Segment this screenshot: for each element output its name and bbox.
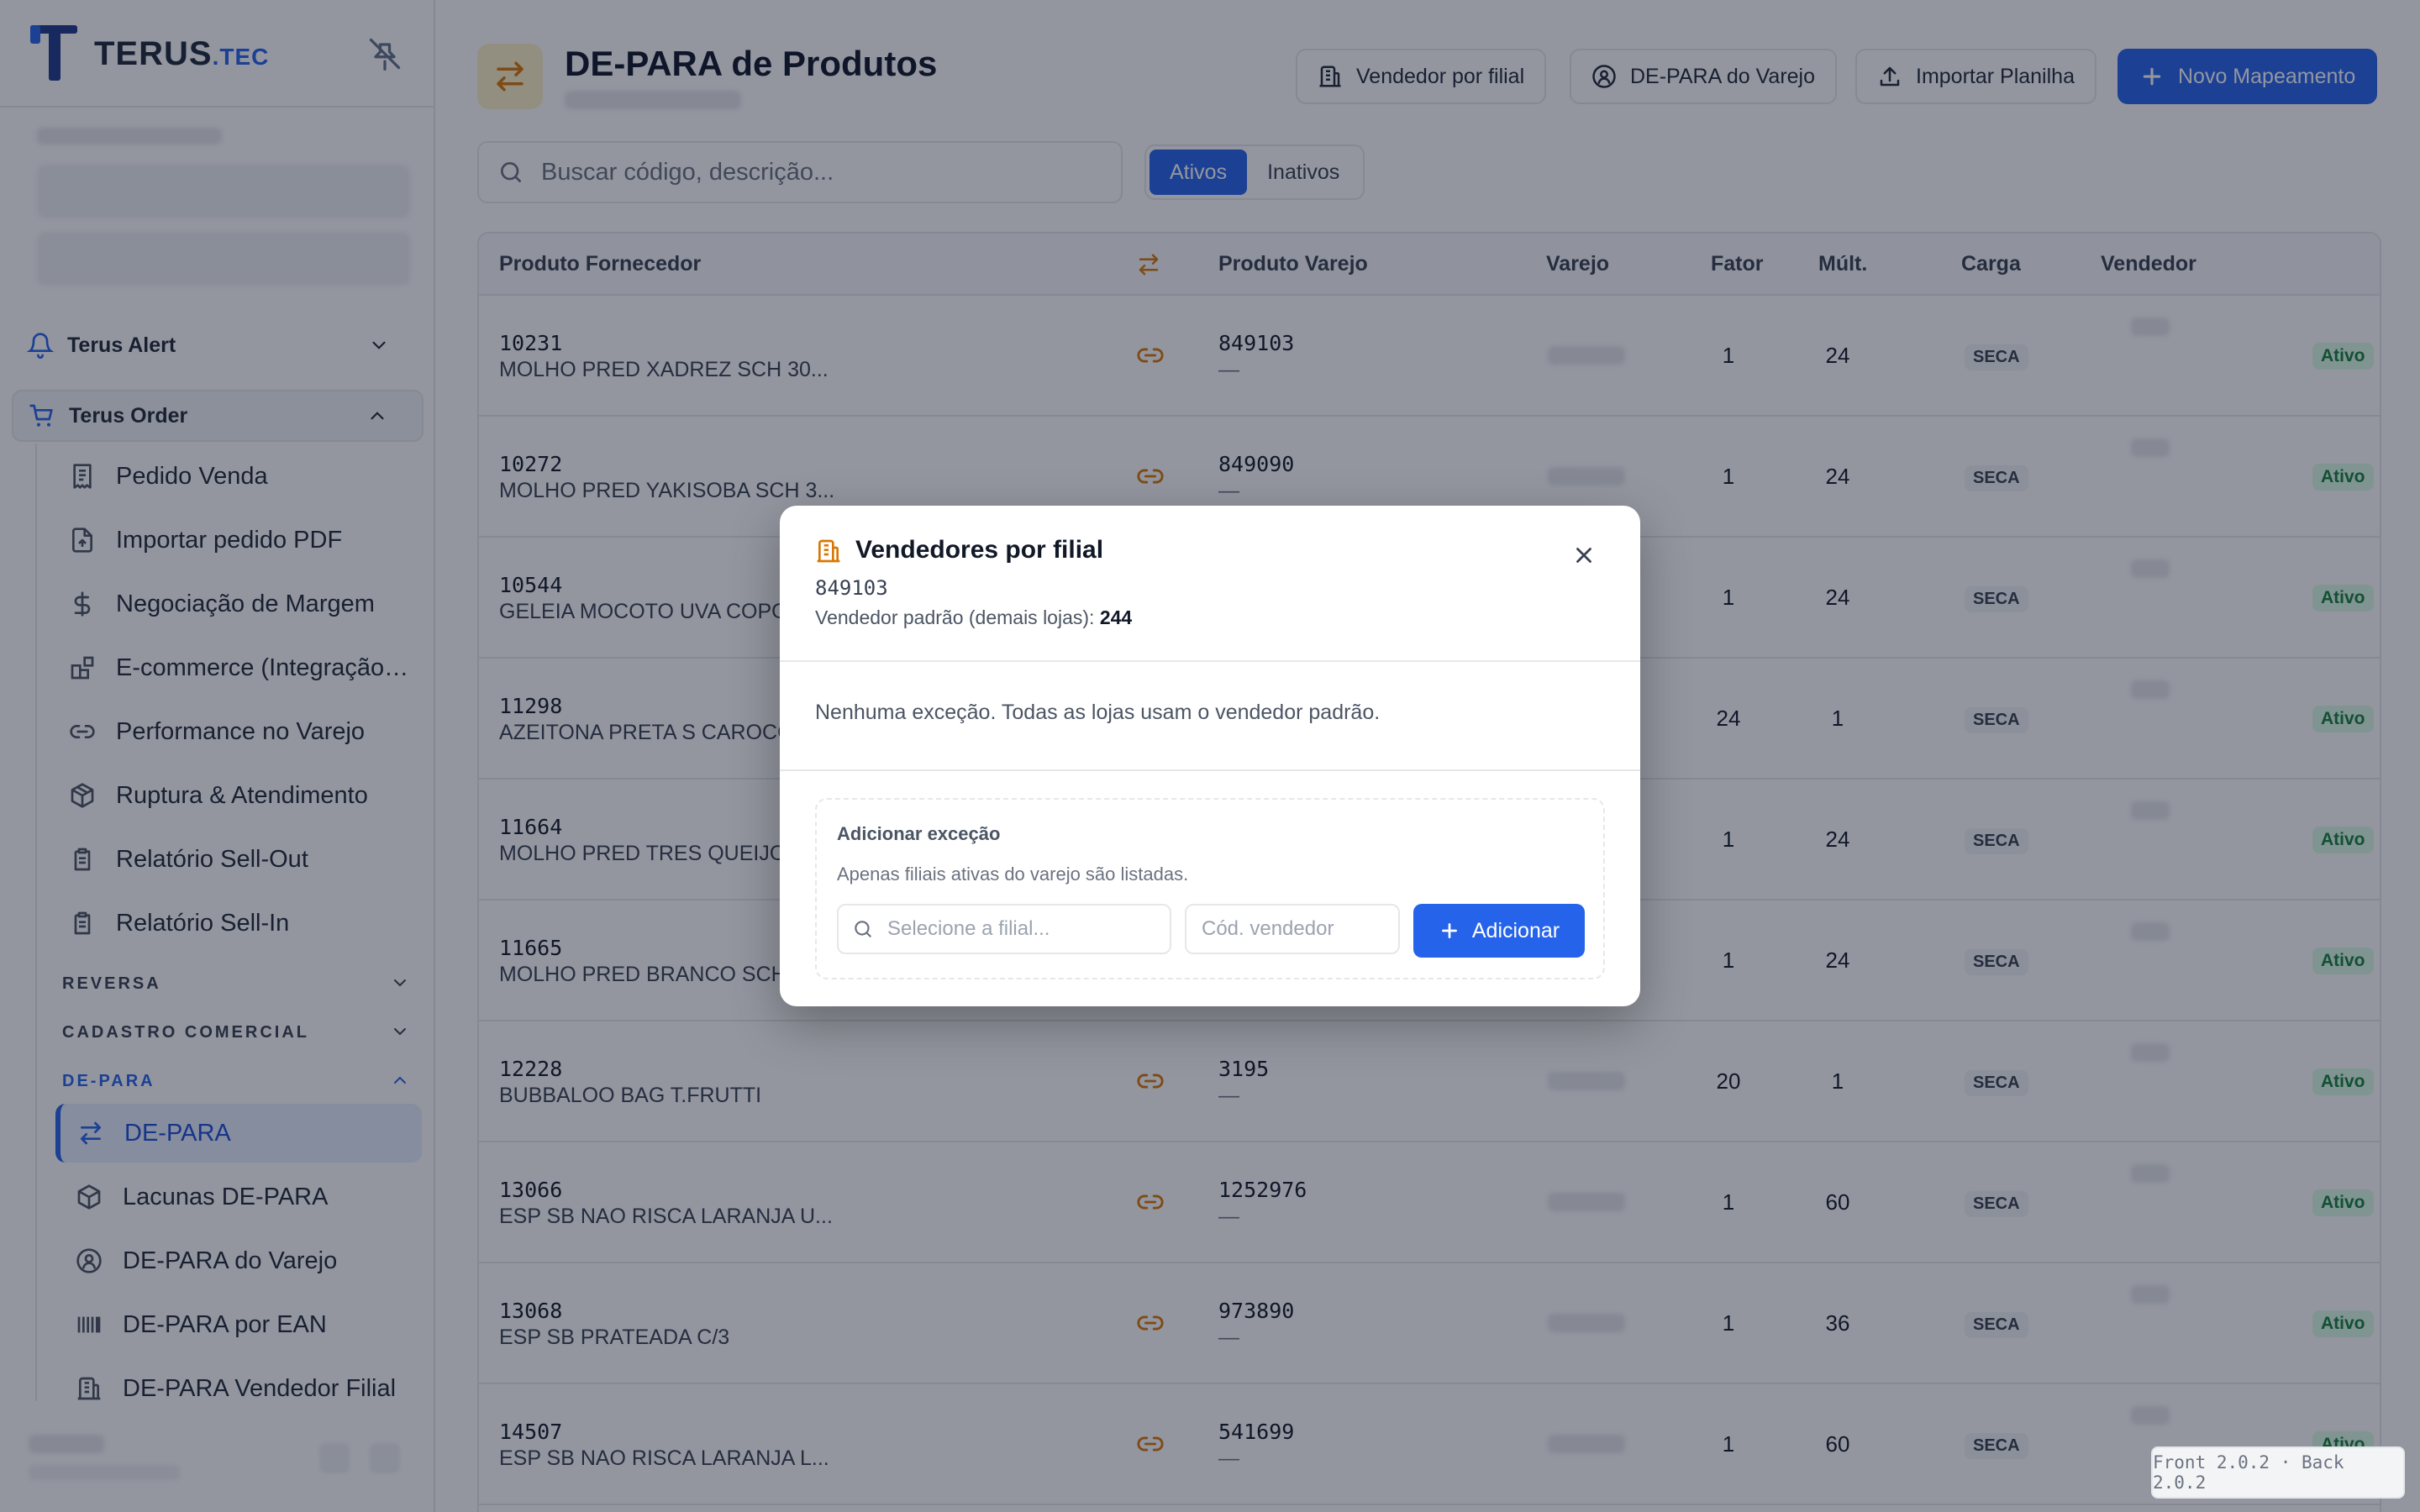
default-vendor-label: Vendedor padrão (demais lojas): bbox=[815, 606, 1095, 628]
vendedores-filial-modal: Vendedores por filial 849103 Vendedor pa… bbox=[780, 506, 1640, 1006]
filial-placeholder: Selecione a filial... bbox=[887, 917, 1050, 940]
add-exception-button[interactable]: Adicionar bbox=[1413, 904, 1585, 958]
plus-icon bbox=[1439, 920, 1460, 942]
modal-product-code: 849103 bbox=[815, 576, 888, 600]
default-vendor-value: 244 bbox=[1099, 606, 1133, 628]
close-icon[interactable] bbox=[1571, 543, 1597, 568]
button-label: Adicionar bbox=[1471, 918, 1560, 942]
filial-select[interactable]: Selecione a filial... bbox=[837, 904, 1171, 954]
search-icon bbox=[852, 918, 874, 940]
add-exception-title: Adicionar exceção bbox=[837, 823, 1001, 844]
vendedor-code-input[interactable]: Cód. vendedor bbox=[1185, 904, 1400, 954]
divider bbox=[780, 769, 1640, 771]
add-exception-panel: Adicionar exceção Apenas filiais ativas … bbox=[815, 798, 1605, 979]
modal-title: Vendedores por filial bbox=[855, 536, 1104, 564]
empty-message: Nenhuma exceção. Todas as lojas usam o v… bbox=[815, 701, 1381, 724]
building-icon bbox=[815, 538, 842, 564]
default-vendor: Vendedor padrão (demais lojas): 244 bbox=[815, 606, 1132, 629]
divider bbox=[780, 660, 1640, 662]
add-exception-hint: Apenas filiais ativas do varejo são list… bbox=[837, 864, 1189, 885]
vendedor-placeholder: Cód. vendedor bbox=[1202, 917, 1334, 940]
version-badge: Front 2.0.2 · Back 2.0.2 bbox=[2151, 1446, 2405, 1499]
